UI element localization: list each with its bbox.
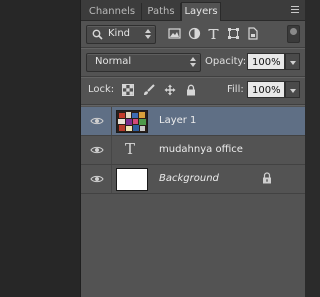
opacity-label: Opacity:	[205, 56, 247, 67]
image-filter-icon[interactable]	[168, 27, 181, 40]
tab-paths[interactable]: Paths	[142, 3, 181, 20]
blend-mode-label: Normal	[95, 56, 132, 67]
eye-visibility-icon[interactable]	[90, 145, 104, 155]
type-filter-icon[interactable]	[207, 27, 220, 40]
padlock-icon	[263, 172, 271, 184]
layers-panel: Channels Paths Layers Kind Normal Opacit…	[80, 0, 305, 297]
lock-position-move-icon[interactable]	[164, 84, 176, 96]
canvas-area	[0, 0, 80, 297]
lock-label: Lock:	[88, 84, 115, 95]
eye-visibility-icon[interactable]	[90, 116, 104, 126]
layer-thumbnail	[116, 168, 148, 191]
blend-mode-select[interactable]: Normal	[86, 53, 201, 72]
search-icon	[92, 29, 103, 40]
layer-thumbnail	[116, 110, 148, 133]
filter-kind-label: Kind	[108, 28, 131, 39]
layer-row-background[interactable]: Background	[81, 165, 305, 194]
divider	[81, 104, 305, 106]
shape-filter-icon[interactable]	[227, 27, 240, 40]
panel-menu-icon[interactable]	[289, 4, 301, 16]
smart-object-filter-icon[interactable]	[246, 27, 259, 40]
layer-name: Layer 1	[159, 115, 197, 126]
filter-kind-select[interactable]: Kind	[86, 25, 156, 44]
opacity-input[interactable]: 100%	[247, 53, 285, 70]
select-arrows-icon	[145, 28, 151, 40]
layer-name: Background	[159, 173, 219, 184]
fill-input[interactable]: 100%	[247, 81, 285, 98]
layer-row-text[interactable]: T mudahnya office	[81, 136, 305, 165]
panel-tab-bar: Channels Paths Layers	[81, 0, 305, 21]
fill-label: Fill:	[227, 84, 244, 95]
layer-row-layer-1[interactable]: Layer 1	[81, 107, 305, 136]
text-layer-type-icon: T	[125, 140, 136, 158]
opacity-dropdown-button[interactable]	[285, 53, 300, 70]
eye-visibility-icon[interactable]	[90, 174, 104, 184]
adjustment-filter-icon[interactable]	[188, 27, 201, 40]
filter-toggle-switch[interactable]	[287, 25, 300, 43]
lock-transparent-pixels-icon[interactable]	[122, 84, 134, 96]
select-arrows-icon	[190, 56, 196, 68]
divider	[81, 47, 305, 49]
divider	[81, 76, 305, 78]
fill-dropdown-button[interactable]	[285, 81, 300, 98]
tab-layers[interactable]: Layers	[181, 2, 221, 21]
lock-all-padlock-icon[interactable]	[185, 84, 197, 96]
tab-channels[interactable]: Channels	[83, 3, 142, 20]
layer-name: mudahnya office	[159, 144, 243, 155]
lock-image-pixels-brush-icon[interactable]	[143, 84, 155, 96]
